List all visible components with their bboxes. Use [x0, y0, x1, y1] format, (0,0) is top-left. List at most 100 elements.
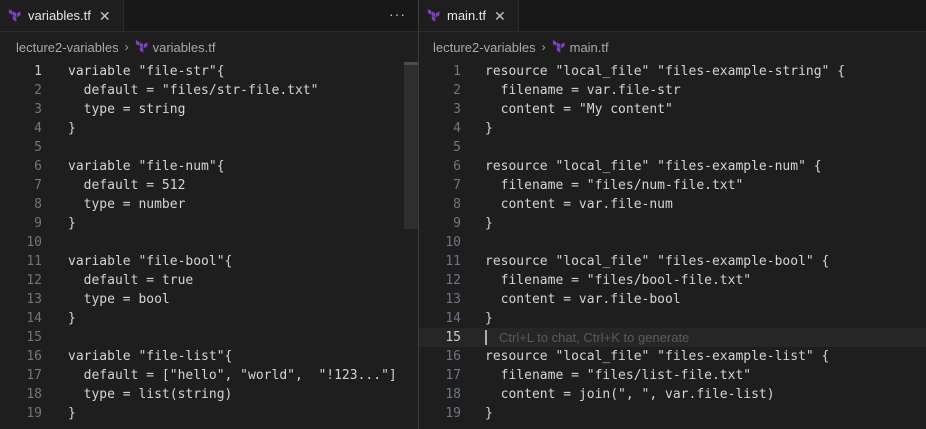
scrollbar[interactable]	[404, 62, 418, 229]
code-line[interactable]: 2 default = "files/str-file.txt"	[0, 81, 418, 100]
terraform-icon	[135, 40, 148, 53]
code-line[interactable]: 17 default = ["hello", "world", "!123...…	[0, 366, 418, 385]
code-line[interactable]: 5	[0, 138, 418, 157]
code-text: }	[68, 121, 76, 136]
code-line[interactable]: 11 resource "local_file" "files-example-b…	[419, 252, 926, 271]
code-line[interactable]: 6 resource "local_file" "files-example-nu…	[419, 157, 926, 176]
line-number: 2	[453, 83, 461, 98]
code-line[interactable]: 15 Ctrl+L to chat, Ctrl+K to generate	[419, 328, 926, 347]
code-text: }	[68, 216, 76, 231]
code-line[interactable]: 16 variable "file-list"{	[0, 347, 418, 366]
line-number: 10	[26, 235, 42, 250]
code-text: filename = "files/list-file.txt"	[485, 368, 752, 383]
code-text: content = "My content"	[485, 102, 673, 117]
line-number: 5	[453, 140, 461, 155]
line-number: 9	[34, 216, 42, 231]
code-line[interactable]: 17 filename = "files/list-file.txt"	[419, 366, 926, 385]
breadcrumb: lecture2-variables › variables.tf	[16, 38, 215, 56]
code-line[interactable]: 2 filename = var.file-str	[419, 81, 926, 100]
code-line[interactable]: 14}	[0, 309, 418, 328]
line-number: 19	[445, 406, 461, 421]
breadcrumb-folder[interactable]: lecture2-variables	[16, 40, 119, 55]
code-line[interactable]: 3 content = "My content"	[419, 100, 926, 119]
tab-main-tf[interactable]: main.tf ✕	[419, 0, 519, 31]
line-number: 11	[26, 254, 42, 269]
line-number: 15	[26, 330, 42, 345]
code-text: default = ["hello", "world", "!123..."]	[68, 368, 397, 383]
code-line[interactable]: 9}	[419, 214, 926, 233]
code-text: filename = "files/num-file.txt"	[485, 178, 744, 193]
line-number: 12	[445, 273, 461, 288]
code-line[interactable]: 1 variable "file-str"{	[0, 62, 418, 81]
code-text: content = var.file-bool	[485, 292, 681, 307]
tab-bar: variables.tf ✕ ···	[0, 0, 418, 32]
line-number: 4	[453, 121, 461, 136]
code-text: resource "local_file" "files-example-str…	[485, 64, 846, 79]
code-line[interactable]: 6 variable "file-num"{	[0, 157, 418, 176]
line-number: 4	[34, 121, 42, 136]
line-number: 10	[445, 235, 461, 250]
line-number: 13	[445, 292, 461, 307]
chevron-right-icon: ›	[541, 40, 546, 54]
line-number: 18	[445, 387, 461, 402]
code-text: default = true	[68, 273, 194, 288]
code-line[interactable]: 7 default = 512	[0, 176, 418, 195]
code-text: }	[485, 406, 493, 421]
line-number: 14	[26, 311, 42, 326]
code-text: type = string	[68, 102, 186, 117]
code-line[interactable]: 13 type = bool	[0, 290, 418, 309]
code-line[interactable]: 12 filename = "files/bool-file.txt"	[419, 271, 926, 290]
code-line[interactable]: 3 type = string	[0, 100, 418, 119]
code-line[interactable]: 14}	[419, 309, 926, 328]
code-line[interactable]: 11 variable "file-bool"{	[0, 252, 418, 271]
breadcrumb-file[interactable]: main.tf	[570, 40, 609, 55]
code-text: }	[485, 311, 493, 326]
code-line[interactable]: 1 resource "local_file" "files-example-st…	[419, 62, 926, 81]
line-number: 11	[445, 254, 461, 269]
code-line[interactable]: 9}	[0, 214, 418, 233]
close-icon[interactable]: ✕	[99, 9, 111, 23]
code-line[interactable]: 8 content = var.file-num	[419, 195, 926, 214]
code-line[interactable]: 16 resource "local_file" "files-example-l…	[419, 347, 926, 366]
code-line[interactable]: 15	[0, 328, 418, 347]
code-text: }	[485, 216, 493, 231]
tab-label: variables.tf	[28, 8, 91, 23]
code-line[interactable]: 5	[419, 138, 926, 157]
line-number: 5	[34, 140, 42, 155]
code-text: resource "local_file" "files-example-num…	[485, 159, 822, 174]
close-icon[interactable]: ✕	[494, 9, 506, 23]
code-text: variable "file-list"{	[68, 349, 233, 364]
line-number: 9	[453, 216, 461, 231]
code-text: type = bool	[68, 292, 170, 307]
breadcrumb: lecture2-variables › main.tf	[433, 38, 609, 56]
code-line[interactable]: 4}	[419, 119, 926, 138]
code-text: variable "file-num"{	[68, 159, 225, 174]
code-line[interactable]: 10	[419, 233, 926, 252]
code-line[interactable]: 13 content = var.file-bool	[419, 290, 926, 309]
code-line[interactable]: 18 type = list(string)	[0, 385, 418, 404]
code-text: }	[68, 406, 76, 421]
line-number: 1	[453, 64, 461, 79]
code-line[interactable]: 4}	[0, 119, 418, 138]
code-line[interactable]: 7 filename = "files/num-file.txt"	[419, 176, 926, 195]
breadcrumb-file[interactable]: variables.tf	[153, 40, 216, 55]
code-text: variable "file-bool"{	[68, 254, 233, 269]
breadcrumb-folder[interactable]: lecture2-variables	[433, 40, 536, 55]
terraform-icon	[8, 8, 21, 22]
code-text: filename = var.file-str	[485, 83, 681, 98]
line-number: 6	[34, 159, 42, 174]
code-line[interactable]: 8 type = number	[0, 195, 418, 214]
more-actions-button[interactable]: ···	[389, 6, 406, 22]
code-editor[interactable]: 1 resource "local_file" "files-example-st…	[419, 62, 926, 429]
code-line[interactable]: 12 default = true	[0, 271, 418, 290]
tab-variables-tf[interactable]: variables.tf ✕	[0, 0, 124, 31]
code-line[interactable]: 19}	[419, 404, 926, 423]
code-editor[interactable]: 1 variable "file-str"{2 default = "files/…	[0, 62, 418, 429]
code-line[interactable]: 19}	[0, 404, 418, 423]
code-line[interactable]: 10	[0, 233, 418, 252]
line-number: 6	[453, 159, 461, 174]
line-number: 3	[34, 102, 42, 117]
line-number: 15	[445, 330, 461, 345]
code-line[interactable]: 18 content = join(", ", var.file-list)	[419, 385, 926, 404]
line-number: 2	[34, 83, 42, 98]
